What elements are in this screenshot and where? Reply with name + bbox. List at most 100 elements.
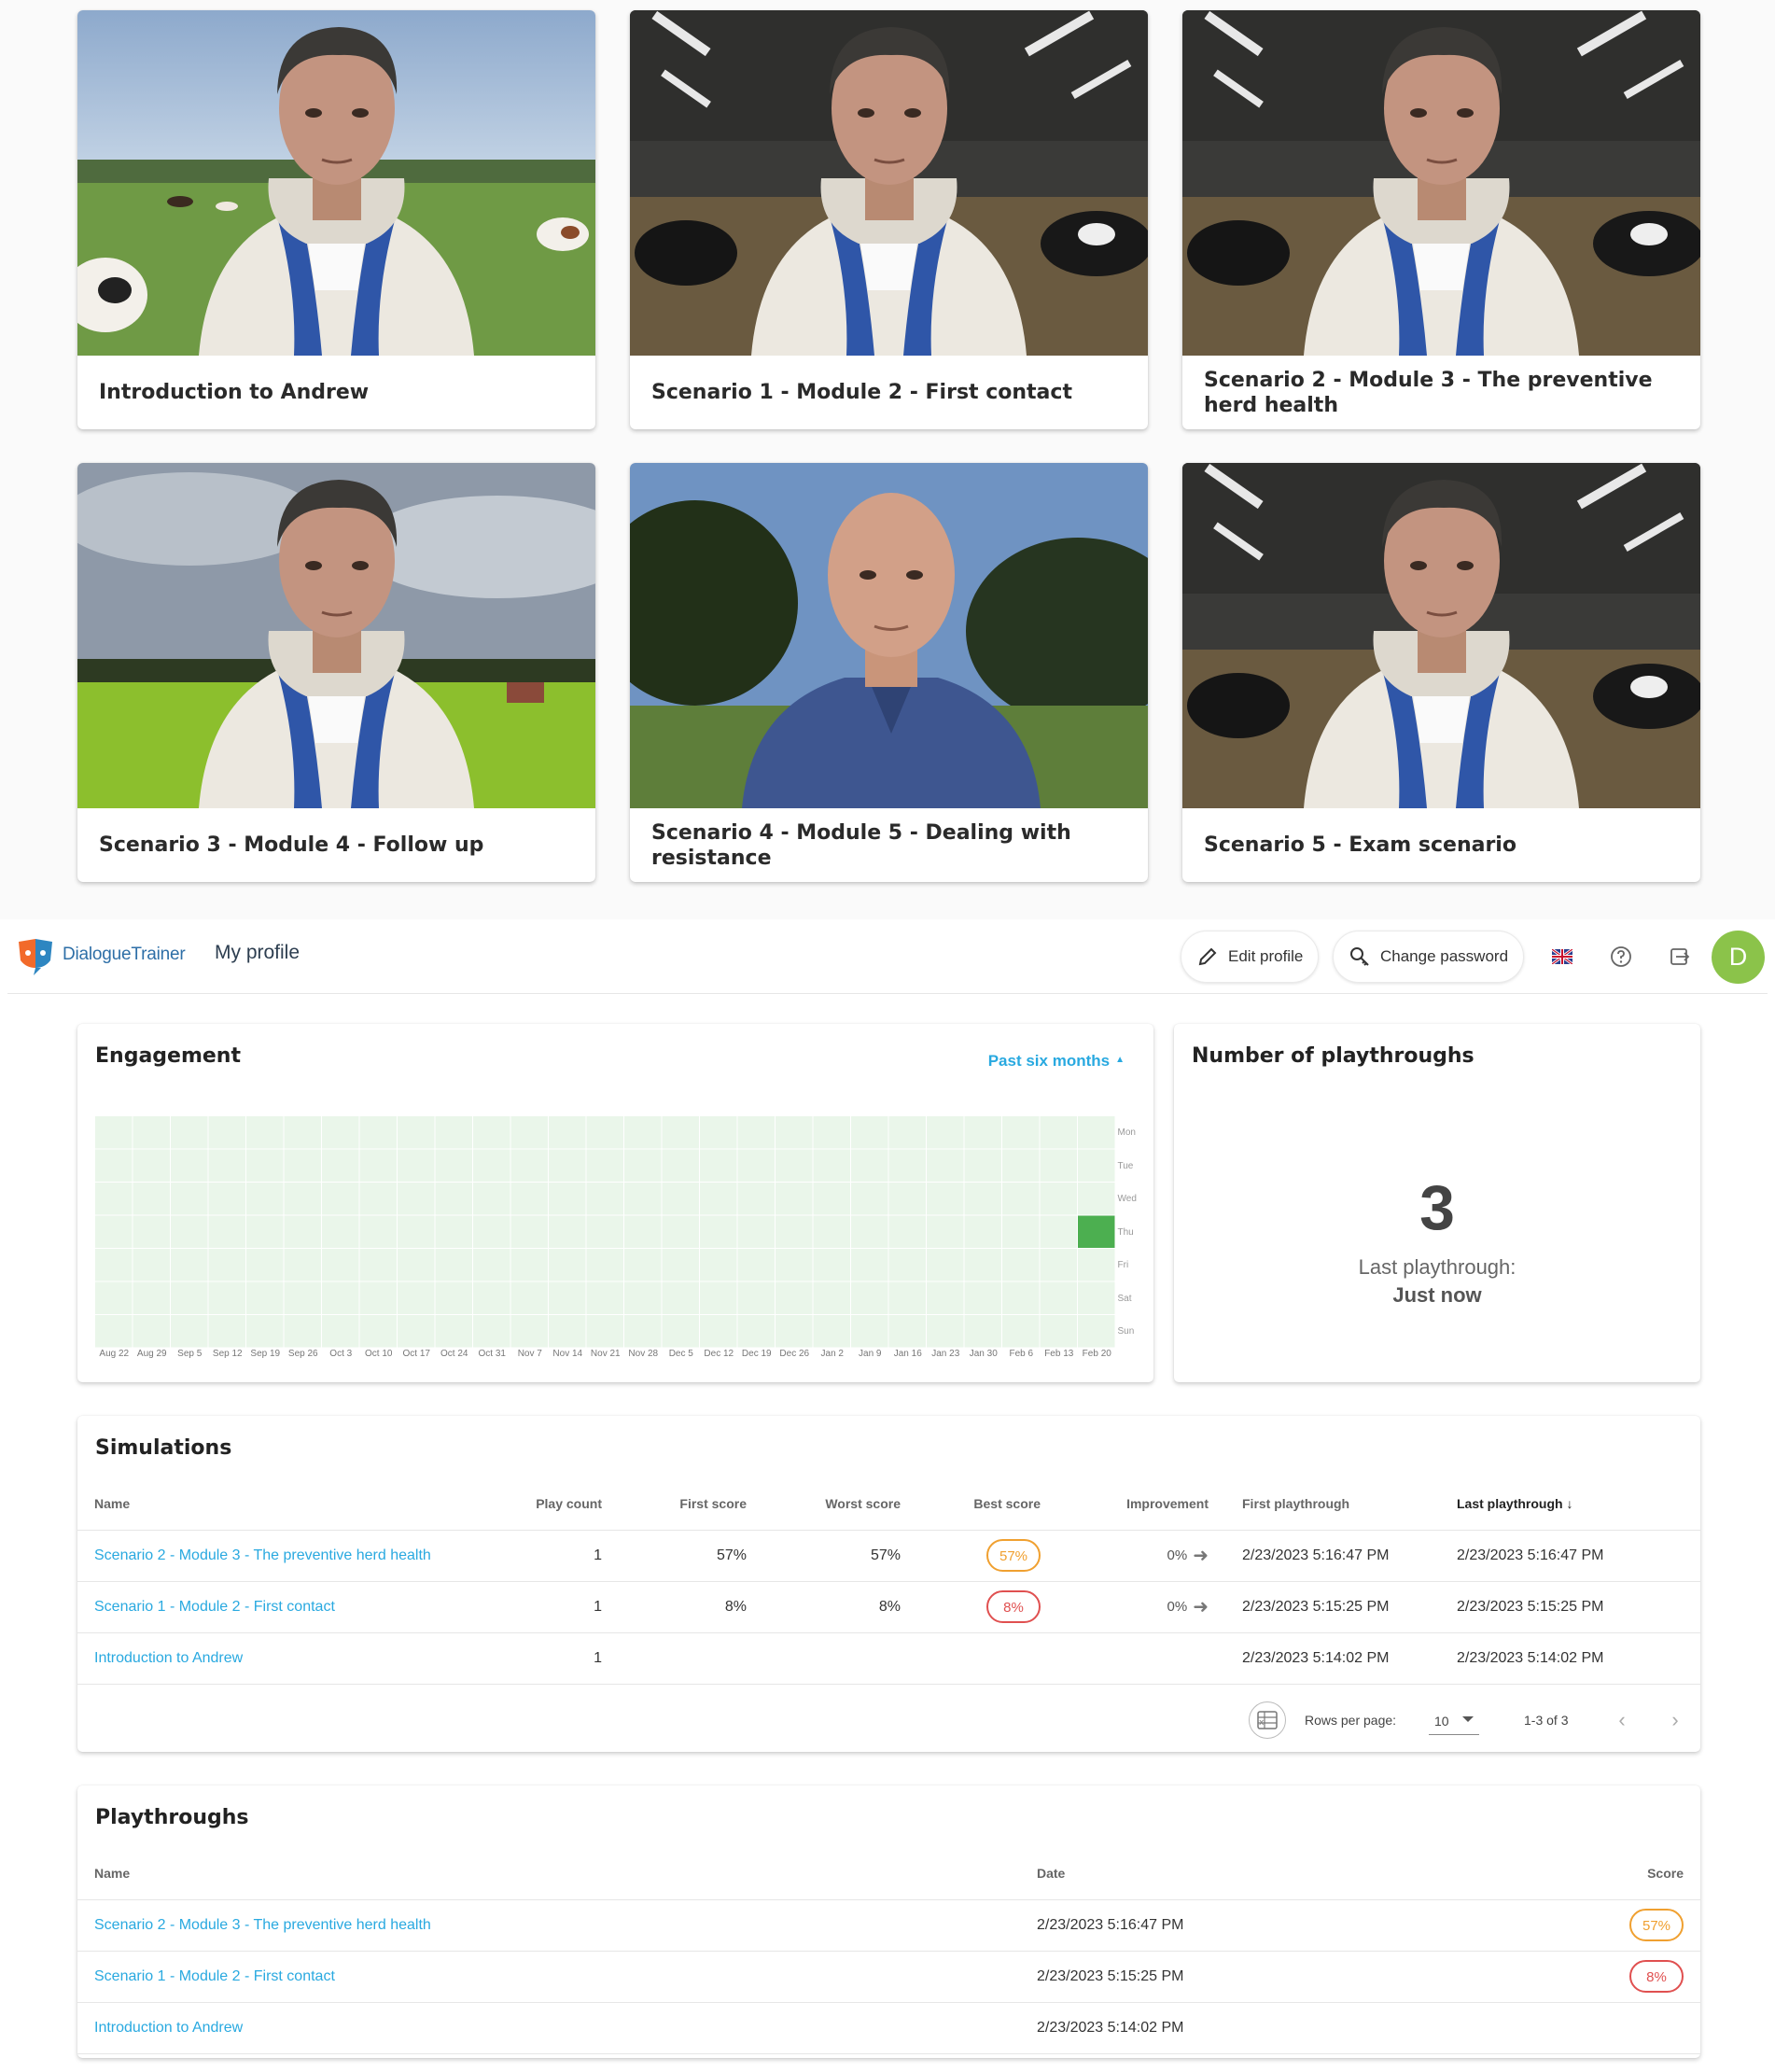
- col-first-score[interactable]: First score: [619, 1478, 763, 1531]
- scenario-card[interactable]: Scenario 4 - Module 5 - Dealing with res…: [630, 463, 1148, 882]
- playthrough-name-cell: Scenario 1 - Module 2 - First contact: [77, 1951, 1020, 2003]
- heatmap-cell: [435, 1249, 472, 1281]
- heatmap-cell: [1002, 1215, 1040, 1248]
- heatmap-cell: [927, 1116, 964, 1149]
- heatmap-cell: [510, 1149, 548, 1182]
- user-avatar[interactable]: D: [1712, 931, 1765, 984]
- scenario-card[interactable]: Scenario 3 - Module 4 - Follow up: [77, 463, 595, 882]
- heatmap-cell: [171, 1281, 208, 1314]
- col-name[interactable]: Name: [77, 1478, 488, 1531]
- edit-profile-button[interactable]: Edit profile: [1181, 931, 1320, 983]
- heatmap-cell: [624, 1149, 662, 1182]
- last-playthrough-cell: 2/23/2023 5:15:25 PM: [1440, 1581, 1700, 1633]
- logout-icon[interactable]: [1665, 942, 1695, 972]
- page-title: My profile: [215, 942, 300, 963]
- heatmap-week-label: Aug 29: [136, 1349, 167, 1359]
- heatmap-day-label: Wed: [1117, 1194, 1137, 1204]
- rows-per-page-label: Rows per page:: [1305, 1713, 1397, 1728]
- simulation-link[interactable]: Scenario 1 - Module 2 - First contact: [94, 1599, 335, 1615]
- col-first-playthrough[interactable]: First playthrough: [1225, 1478, 1440, 1531]
- heatmap-cell: [813, 1116, 850, 1149]
- pager-range: 1-3 of 3: [1524, 1713, 1569, 1728]
- col-improvement[interactable]: Improvement: [1057, 1478, 1225, 1531]
- heatmap-cell: [624, 1315, 662, 1348]
- heatmap-cell: [927, 1215, 964, 1248]
- playthrough-link[interactable]: Introduction to Andrew: [94, 2020, 243, 2036]
- col-name[interactable]: Name: [77, 1848, 1020, 1900]
- rows-per-page-select[interactable]: 10: [1429, 1707, 1479, 1735]
- last-playthrough-label: Last playthrough:: [1358, 1255, 1516, 1279]
- scenario-title: Introduction to Andrew: [99, 381, 370, 404]
- heatmap-cell: [549, 1116, 586, 1149]
- simulation-name-cell: Scenario 1 - Module 2 - First contact: [77, 1581, 488, 1633]
- heatmap-cell: [284, 1183, 321, 1215]
- scenario-card[interactable]: Scenario 5 - Exam scenario: [1182, 463, 1700, 882]
- heatmap-week-label: Jan 23: [931, 1349, 960, 1359]
- scenario-title: Scenario 1 - Module 2 - First contact: [651, 381, 1072, 404]
- heatmap-cell: [473, 1149, 510, 1182]
- heatmap-cell: [737, 1281, 775, 1314]
- heatmap-cell: [1040, 1249, 1077, 1281]
- table-row: Introduction to Andrew 1 2/23/2023 5:14:02…: [77, 1632, 1700, 1685]
- simulation-link[interactable]: Scenario 2 - Module 3 - The preventive h…: [94, 1547, 431, 1563]
- heatmap-cell: [171, 1183, 208, 1215]
- heatmap-cell: [586, 1249, 623, 1281]
- dialoguetrainer-logo[interactable]: [15, 936, 56, 977]
- heatmap-cell: [776, 1215, 813, 1248]
- range-select[interactable]: Past six months ▲: [988, 1052, 1125, 1071]
- heatmap-cell: [435, 1149, 472, 1182]
- heatmap-cell: [851, 1116, 888, 1149]
- heatmap-cell: [359, 1249, 397, 1281]
- col-score[interactable]: Score: [1551, 1848, 1700, 1900]
- heatmap-cell-active: [1078, 1215, 1115, 1248]
- scenario-card[interactable]: Scenario 1 - Module 2 - First contact: [630, 10, 1148, 429]
- heatmap-cell: [435, 1281, 472, 1314]
- heatmap-cell: [776, 1281, 813, 1314]
- chevron-right-icon[interactable]: ›: [1661, 1688, 1689, 1752]
- playthrough-link[interactable]: Scenario 1 - Module 2 - First contact: [94, 1968, 335, 1984]
- language-flag-icon[interactable]: [1547, 942, 1577, 972]
- heatmap-cell: [1078, 1315, 1115, 1348]
- heatmap-cell: [246, 1315, 284, 1348]
- heatmap-cell: [888, 1183, 926, 1215]
- export-excel-icon[interactable]: x: [1249, 1701, 1286, 1739]
- heatmap-cell: [95, 1315, 133, 1348]
- playthrough-link[interactable]: Scenario 2 - Module 3 - The preventive h…: [94, 1917, 431, 1933]
- heatmap-cell: [435, 1116, 472, 1149]
- heatmap-cell: [1078, 1116, 1115, 1149]
- heatmap-cell: [1040, 1215, 1077, 1248]
- heatmap-week-label: Sep 26: [287, 1349, 318, 1359]
- col-play-count[interactable]: Play count: [488, 1478, 619, 1531]
- table-row: Introduction to Andrew 2/23/2023 5:14:02 …: [77, 2002, 1700, 2054]
- change-password-button[interactable]: Change password: [1333, 931, 1525, 983]
- heatmap-cell: [549, 1149, 586, 1182]
- heatmap-cell: [171, 1249, 208, 1281]
- heatmap-cell: [549, 1215, 586, 1248]
- chevron-left-icon[interactable]: ‹: [1608, 1688, 1636, 1752]
- scenario-card[interactable]: Introduction to Andrew: [77, 10, 595, 429]
- scenario-card[interactable]: Scenario 2 - Module 3 - The preventive h…: [1182, 10, 1700, 429]
- heatmap-cell: [95, 1281, 133, 1314]
- heatmap-cell: [322, 1149, 359, 1182]
- col-date[interactable]: Date: [1020, 1848, 1551, 1900]
- heatmap-week-label: Jan 2: [820, 1349, 844, 1359]
- edit-profile-label: Edit profile: [1228, 947, 1304, 965]
- heatmap-cell: [1002, 1149, 1040, 1182]
- heatmap-cell: [700, 1281, 737, 1314]
- heatmap-cell: [435, 1315, 472, 1348]
- heatmap-cell: [284, 1315, 321, 1348]
- col-worst-score[interactable]: Worst score: [763, 1478, 917, 1531]
- col-best-score[interactable]: Best score: [917, 1478, 1057, 1531]
- heatmap-cell: [586, 1183, 623, 1215]
- heatmap-cell: [473, 1281, 510, 1314]
- simulation-link[interactable]: Introduction to Andrew: [94, 1650, 243, 1666]
- heatmap-cell: [662, 1183, 699, 1215]
- col-last-playthrough[interactable]: Last playthrough ↓: [1440, 1478, 1700, 1531]
- heatmap-cell: [246, 1281, 284, 1314]
- scenario-title: Scenario 3 - Module 4 - Follow up: [99, 833, 484, 857]
- improvement-cell: [1057, 1632, 1225, 1685]
- help-icon[interactable]: [1606, 942, 1636, 972]
- heatmap-cell: [133, 1249, 170, 1281]
- dropdown-arrow-icon: [1462, 1716, 1474, 1722]
- heatmap-cell: [246, 1149, 284, 1182]
